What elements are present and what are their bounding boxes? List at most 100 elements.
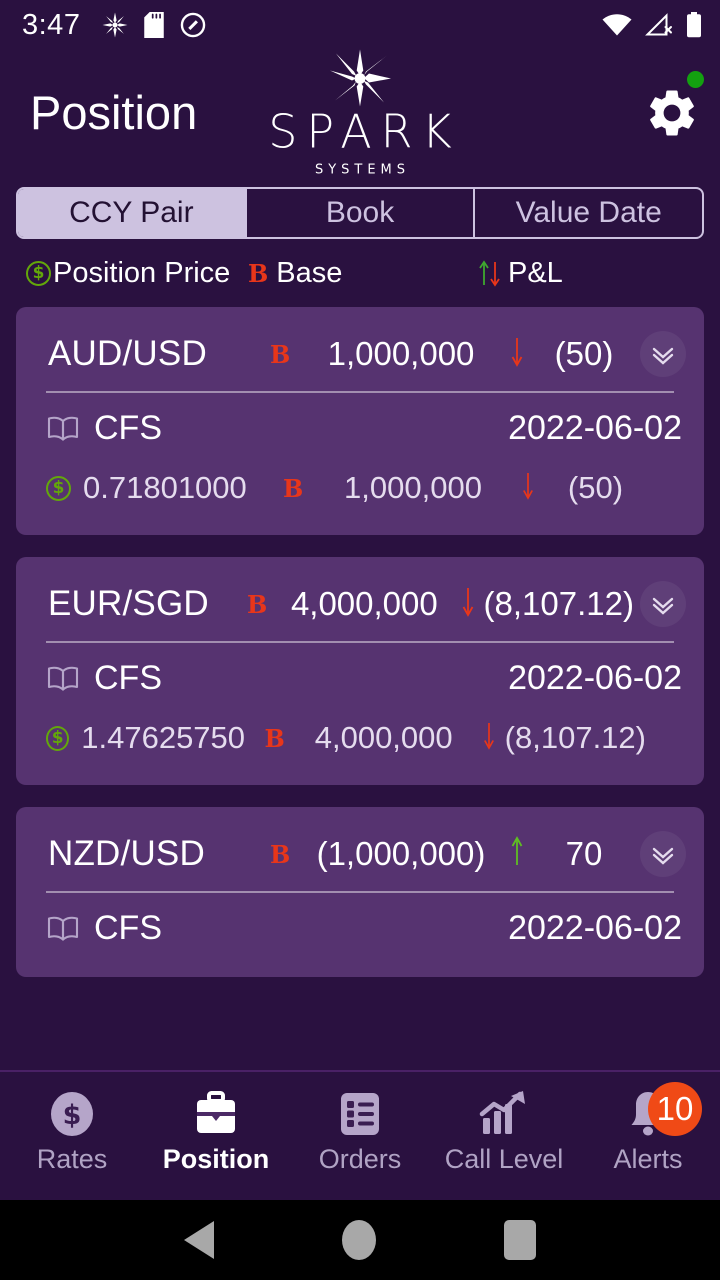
connection-status-dot <box>687 70 704 88</box>
settings-button[interactable] <box>644 70 704 141</box>
column-legend: $ Position Price B Base P&L <box>0 239 720 307</box>
list-icon <box>335 1088 385 1140</box>
ccy-pair-label: AUD/USD <box>48 334 207 373</box>
dollar-coin-icon: $ <box>26 260 51 286</box>
bell-icon: 10 <box>624 1082 702 1140</box>
position-book-row: CFS 2022-06-02 <box>32 397 688 459</box>
double-chevron-down-icon <box>652 847 674 865</box>
nav-item-call-level[interactable]: Call Level <box>432 1088 576 1175</box>
chart-up-icon <box>477 1088 531 1140</box>
app-header: Position SPARK SYSTEMS <box>0 48 720 177</box>
logo-wordmark: SPARK <box>268 104 461 158</box>
tab-book[interactable]: Book <box>247 189 476 237</box>
card-divider <box>46 391 674 393</box>
legend-position-price: $ Position Price <box>26 257 248 290</box>
base-marker-icon: B <box>264 723 285 753</box>
no-sim-signal-icon <box>645 13 672 36</box>
value-date: 2022-06-02 <box>508 658 682 697</box>
card-divider <box>46 891 674 893</box>
position-list[interactable]: AUD/USD B 1,000,000 (50) CFS 2022-06-02 … <box>0 307 720 1070</box>
nav-item-rates[interactable]: $ Rates <box>0 1088 144 1175</box>
base-marker-icon: B <box>248 258 269 288</box>
page-title: Position <box>30 86 198 139</box>
base-marker-icon: B <box>246 589 268 619</box>
status-right-icons <box>602 12 702 38</box>
detail-amount: 1,000,000 <box>344 470 482 505</box>
direction-down-icon <box>474 720 505 757</box>
position-pnl: 70 <box>565 835 603 872</box>
wifi-icon <box>602 14 632 36</box>
sparkle-icon <box>102 12 128 38</box>
home-circle-icon[interactable] <box>342 1220 376 1260</box>
nav-item-position[interactable]: Position <box>144 1088 288 1175</box>
recents-square-icon[interactable] <box>504 1220 536 1260</box>
position-summary-row[interactable]: AUD/USD B 1,000,000 (50) <box>32 323 688 385</box>
nav-item-orders[interactable]: Orders <box>288 1088 432 1175</box>
position-amount: 4,000,000 <box>290 585 438 622</box>
nav-label: Position <box>162 1144 270 1174</box>
legend-pnl: P&L <box>478 257 563 290</box>
tab-ccy-pair[interactable]: CCY Pair <box>18 189 247 237</box>
expand-button[interactable] <box>640 831 686 877</box>
legend-pnl-label: P&L <box>508 256 563 289</box>
base-marker-icon: B <box>270 339 291 369</box>
status-bar: 3:47 <box>0 0 720 50</box>
book-icon <box>47 916 79 941</box>
position-amount: (1,000,000) <box>316 835 486 872</box>
back-triangle-icon[interactable] <box>184 1221 214 1259</box>
double-chevron-down-icon <box>652 347 674 365</box>
book-icon <box>47 666 79 691</box>
position-card[interactable]: EUR/SGD B 4,000,000 (8,107.12) CFS 2022-… <box>16 557 704 785</box>
alerts-badge: 10 <box>648 1082 702 1136</box>
legend-position-price-label: Position Price <box>53 256 231 289</box>
book-name: CFS <box>94 408 162 447</box>
detail-amount: 4,000,000 <box>314 720 453 755</box>
svg-text:$: $ <box>63 1100 82 1131</box>
status-time: 3:47 <box>22 8 81 41</box>
group-by-tabs[interactable]: CCY Pair Book Value Date <box>16 187 704 239</box>
detail-pnl: (50) <box>567 470 624 505</box>
tab-value-date[interactable]: Value Date <box>475 189 702 237</box>
ccy-pair-label: NZD/USD <box>48 834 205 873</box>
up-down-arrows-icon <box>478 258 504 288</box>
position-price: 1.47625750 <box>81 720 246 755</box>
direction-up-icon <box>500 835 534 874</box>
position-detail-row: $ 1.47625750 B 4,000,000 (8,107.12) <box>32 709 688 767</box>
position-amount: 1,000,000 <box>327 335 475 372</box>
nav-label: Orders <box>318 1144 402 1174</box>
expand-button[interactable] <box>640 331 686 377</box>
value-date: 2022-06-02 <box>508 908 682 947</box>
position-detail-row: $ 0.71801000 B 1,000,000 (50) <box>32 459 688 517</box>
legend-base: B Base <box>248 257 478 290</box>
nav-item-alerts[interactable]: 10 Alerts <box>576 1082 720 1175</box>
nav-label: Call Level <box>444 1144 564 1174</box>
direction-down-icon <box>453 585 483 624</box>
expand-button[interactable] <box>639 581 686 627</box>
position-pnl: (8,107.12) <box>483 585 634 622</box>
dollar-coin-icon: $ <box>46 725 70 751</box>
position-book-row: CFS 2022-06-02 <box>32 647 688 709</box>
card-divider <box>46 641 674 643</box>
logo-subtitle: SYSTEMS <box>314 162 411 177</box>
dollar-coin-icon: $ <box>46 475 71 501</box>
app-root: 3:47 Position SPARK SYSTEMS CCY Pair Boo… <box>0 0 720 1280</box>
position-summary-row[interactable]: NZD/USD B (1,000,000) 70 <box>32 823 688 885</box>
spark-logo: SPARK SYSTEMS <box>250 48 470 177</box>
position-card[interactable]: AUD/USD B 1,000,000 (50) CFS 2022-06-02 … <box>16 307 704 535</box>
position-summary-row[interactable]: EUR/SGD B 4,000,000 (8,107.12) <box>32 573 688 635</box>
briefcase-icon <box>190 1088 242 1140</box>
legend-base-label: Base <box>276 256 343 289</box>
bottom-navigation[interactable]: $ Rates Position Orders Call Level 10 Al… <box>0 1070 720 1200</box>
gear-icon <box>650 90 694 135</box>
book-name: CFS <box>94 658 162 697</box>
base-marker-icon: B <box>283 473 304 503</box>
position-pnl: (50) <box>554 335 614 372</box>
position-card[interactable]: NZD/USD B (1,000,000) 70 CFS 2022-06-02 <box>16 807 704 977</box>
dollar-circle-icon: $ <box>46 1088 98 1140</box>
ccy-pair-label: EUR/SGD <box>48 584 209 623</box>
detail-pnl: (8,107.12) <box>504 720 646 755</box>
direction-down-icon <box>511 470 545 507</box>
android-system-nav[interactable] <box>0 1200 720 1280</box>
position-book-row: CFS 2022-06-02 <box>32 897 688 959</box>
spark-star-icon <box>330 49 391 106</box>
